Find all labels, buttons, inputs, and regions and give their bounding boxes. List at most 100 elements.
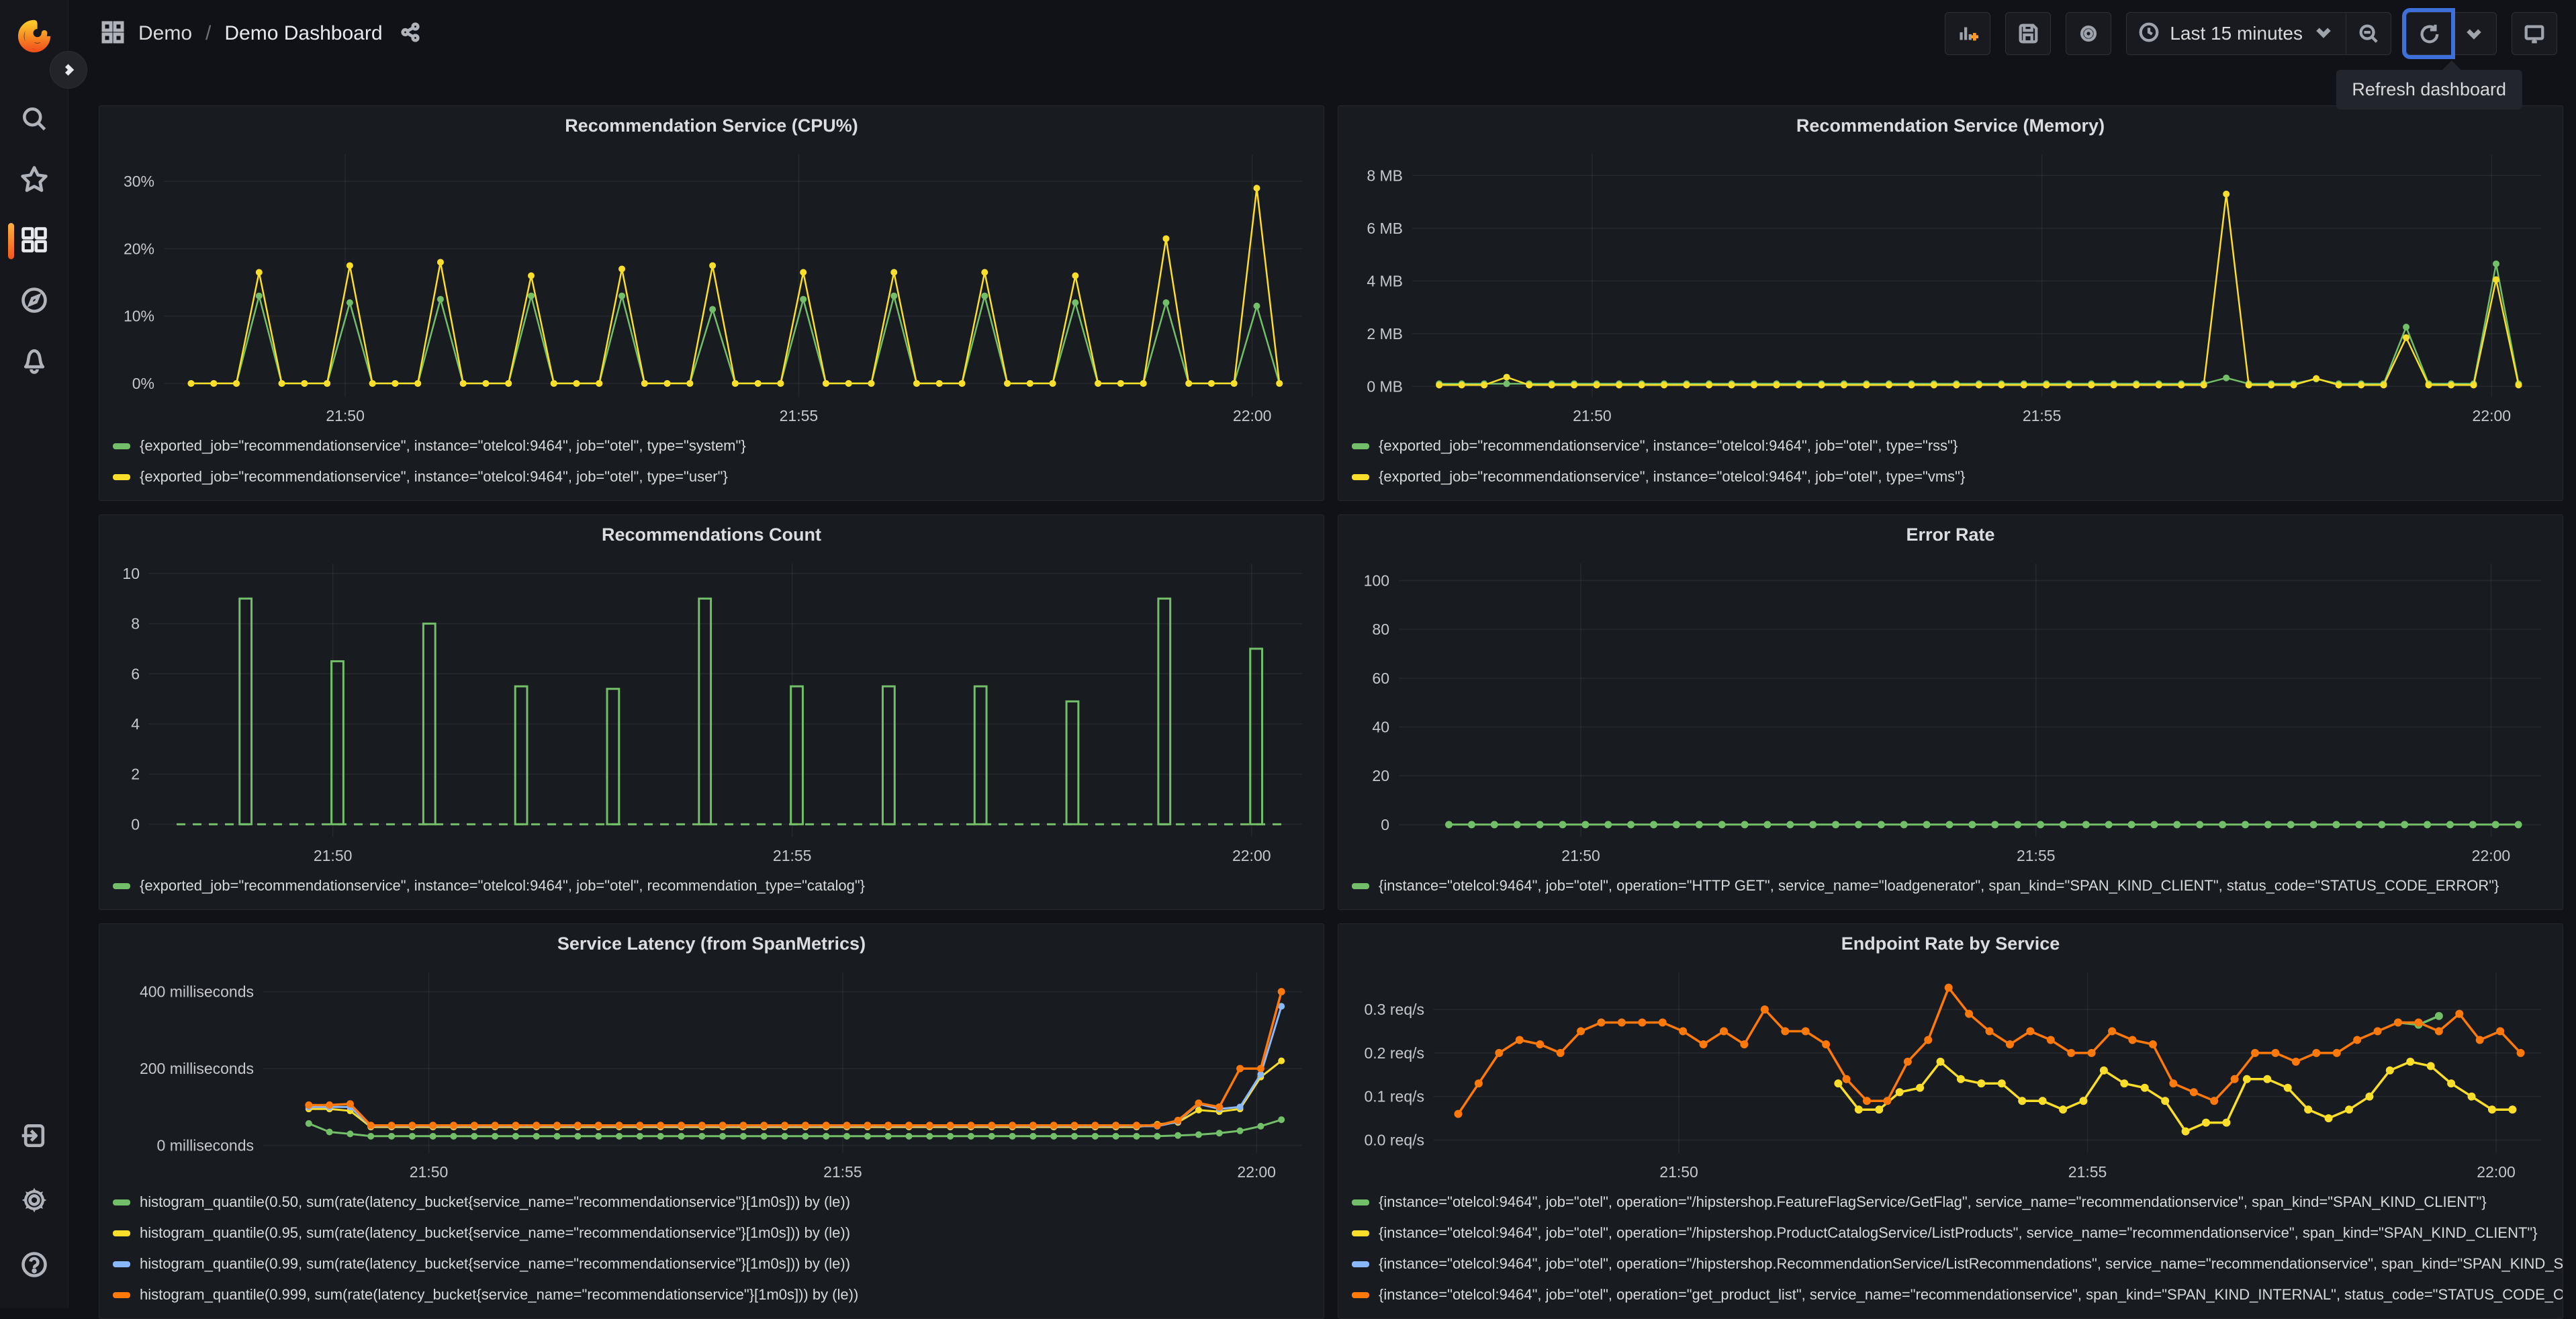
legend-label: {instance="otelcol:9464", job="otel", op… xyxy=(1379,1255,2563,1273)
legend-label: histogram_quantile(0.50, sum(rate(latenc… xyxy=(140,1193,850,1211)
legend-item[interactable]: {instance="otelcol:9464", job="otel", op… xyxy=(1352,870,2563,901)
panel-recommendation-memory: Recommendation Service (Memory) 0 MB2 MB… xyxy=(1338,105,2563,501)
panel-recommendation-cpu: Recommendation Service (CPU%) 0%10%20%30… xyxy=(99,105,1324,501)
legend-swatch xyxy=(113,443,130,449)
save-dashboard-button[interactable] xyxy=(2005,12,2051,55)
svg-text:200 milliseconds: 200 milliseconds xyxy=(140,1060,254,1077)
svg-text:21:55: 21:55 xyxy=(2017,847,2056,864)
svg-text:22:00: 22:00 xyxy=(2477,1163,2516,1181)
svg-text:21:50: 21:50 xyxy=(314,847,353,864)
svg-text:60: 60 xyxy=(1372,670,1389,687)
svg-text:22:00: 22:00 xyxy=(1233,407,1272,424)
legend-item[interactable]: {exported_job="recommendationservice", i… xyxy=(113,430,1324,461)
legend-label: {exported_job="recommendationservice", i… xyxy=(140,437,746,455)
legend-item[interactable]: {exported_job="recommendationservice", i… xyxy=(1352,430,2563,461)
legend-item[interactable]: {instance="otelcol:9464", job="otel", op… xyxy=(1352,1187,2563,1218)
sidebar-item-search[interactable] xyxy=(0,105,68,136)
error-rate-legend: {instance="otelcol:9464", job="otel", op… xyxy=(1338,869,2563,909)
sidebar-item-sign-in[interactable] xyxy=(0,1122,68,1152)
memory-legend: {exported_job="recommendationservice", i… xyxy=(1338,429,2563,500)
legend-item[interactable]: histogram_quantile(0.95, sum(rate(latenc… xyxy=(113,1218,1324,1248)
panel-endpoint-rate: Endpoint Rate by Service 0.0 req/s0.1 re… xyxy=(1338,923,2563,1319)
svg-text:0.3 req/s: 0.3 req/s xyxy=(1365,1001,1425,1018)
legend-item[interactable]: {instance="otelcol:9464", job="otel", op… xyxy=(1352,1279,2563,1310)
breadcrumb-section[interactable]: Demo xyxy=(138,22,192,45)
panel-header[interactable]: Service Latency (from SpanMetrics) xyxy=(99,924,1324,963)
panel-header[interactable]: Recommendation Service (Memory) xyxy=(1338,106,2563,145)
recommendations-count-legend: {exported_job="recommendationservice", i… xyxy=(99,869,1324,909)
sidebar-item-dashboards[interactable] xyxy=(0,226,68,257)
svg-text:0 MB: 0 MB xyxy=(1367,377,1403,395)
time-range-label: Last 15 minutes xyxy=(2170,23,2303,44)
legend-label: {exported_job="recommendationservice", i… xyxy=(140,468,728,486)
legend-label: {instance="otelcol:9464", job="otel", op… xyxy=(1379,1193,2487,1211)
sidebar-item-help[interactable] xyxy=(0,1250,68,1281)
gear-icon xyxy=(19,1185,49,1218)
legend-swatch xyxy=(113,883,130,889)
refresh-dashboard-button[interactable] xyxy=(2406,12,2451,55)
legend-item[interactable]: {exported_job="recommendationservice", i… xyxy=(1352,461,2563,492)
error-rate-chart[interactable]: 02040608010021:5021:5522:00 xyxy=(1348,554,2553,869)
panel-header[interactable]: Error Rate xyxy=(1338,515,2563,554)
svg-text:6 MB: 6 MB xyxy=(1367,220,1403,237)
sidebar-item-starred[interactable] xyxy=(0,165,68,196)
svg-text:0%: 0% xyxy=(132,375,154,392)
chevron-down-icon xyxy=(2312,21,2335,47)
time-range-picker[interactable]: Last 15 minutes xyxy=(2126,12,2346,55)
service-latency-legend: histogram_quantile(0.50, sum(rate(latenc… xyxy=(99,1185,1324,1318)
cpu-chart[interactable]: 0%10%20%30%21:5021:5522:00 xyxy=(109,145,1314,429)
svg-text:21:50: 21:50 xyxy=(326,407,365,424)
panel-header[interactable]: Endpoint Rate by Service xyxy=(1338,924,2563,963)
dashboard-settings-button[interactable] xyxy=(2066,12,2111,55)
panel-header[interactable]: Recommendations Count xyxy=(99,515,1324,554)
panel-title: Service Latency (from SpanMetrics) xyxy=(557,934,866,954)
panel-header[interactable]: Recommendation Service (CPU%) xyxy=(99,106,1324,145)
legend-item[interactable]: histogram_quantile(0.99, sum(rate(latenc… xyxy=(113,1248,1324,1279)
zoom-out-time-button[interactable] xyxy=(2346,12,2391,55)
breadcrumb: Demo / Demo Dashboard xyxy=(101,20,420,48)
svg-text:10%: 10% xyxy=(124,308,154,325)
legend-label: histogram_quantile(0.999, sum(rate(laten… xyxy=(140,1286,858,1304)
sidebar-item-alerting[interactable] xyxy=(0,347,68,377)
legend-label: histogram_quantile(0.99, sum(rate(latenc… xyxy=(140,1255,850,1273)
legend-label: {instance="otelcol:9464", job="otel", op… xyxy=(1379,877,2499,895)
sidebar-expand-button[interactable] xyxy=(50,51,87,89)
svg-text:4: 4 xyxy=(131,715,140,733)
recommendations-count-chart[interactable]: 024681021:5021:5522:00 xyxy=(109,554,1314,869)
svg-text:22:00: 22:00 xyxy=(1232,847,1271,864)
legend-swatch xyxy=(113,474,130,480)
share-dashboard-icon[interactable] xyxy=(396,22,420,46)
endpoint-rate-chart[interactable]: 0.0 req/s0.1 req/s0.2 req/s0.3 req/s21:5… xyxy=(1348,963,2553,1185)
breadcrumb-separator: / xyxy=(205,22,211,45)
legend-item[interactable]: {instance="otelcol:9464", job="otel", op… xyxy=(1352,1248,2563,1279)
svg-text:40: 40 xyxy=(1372,718,1389,735)
sidebar-item-explore[interactable] xyxy=(0,286,68,317)
refresh-interval-dropdown[interactable] xyxy=(2451,12,2497,55)
panel-recommendations-count: Recommendations Count 024681021:5021:552… xyxy=(99,514,1324,910)
sign-in-icon xyxy=(19,1121,49,1154)
svg-text:0.1 req/s: 0.1 req/s xyxy=(1365,1088,1425,1105)
legend-item[interactable]: {exported_job="recommendationservice", i… xyxy=(113,870,1324,901)
legend-swatch xyxy=(1352,474,1369,480)
grafana-logo[interactable] xyxy=(15,17,54,56)
legend-swatch xyxy=(1352,443,1369,449)
tv-mode-button[interactable] xyxy=(2512,12,2557,55)
panel-title: Endpoint Rate by Service xyxy=(1841,934,2060,954)
legend-item[interactable]: {instance="otelcol:9464", job="otel", op… xyxy=(1352,1218,2563,1248)
sidebar-item-configuration[interactable] xyxy=(0,1186,68,1217)
service-latency-chart[interactable]: 0 milliseconds200 milliseconds400 millis… xyxy=(109,963,1314,1185)
cpu-legend: {exported_job="recommendationservice", i… xyxy=(99,429,1324,500)
legend-item[interactable]: histogram_quantile(0.999, sum(rate(laten… xyxy=(113,1279,1324,1310)
memory-chart[interactable]: 0 MB2 MB4 MB6 MB8 MB21:5021:5522:00 xyxy=(1348,145,2553,429)
add-panel-button[interactable] xyxy=(1945,12,1990,55)
legend-item[interactable]: histogram_quantile(0.50, sum(rate(latenc… xyxy=(113,1187,1324,1218)
refresh-controls: Refresh dashboard xyxy=(2406,12,2497,55)
svg-text:21:55: 21:55 xyxy=(773,847,812,864)
sidebar xyxy=(0,0,68,1308)
legend-swatch xyxy=(113,1230,130,1236)
legend-item[interactable]: {exported_job="recommendationservice", i… xyxy=(113,461,1324,492)
legend-swatch xyxy=(113,1199,130,1206)
dashboard-canvas: Recommendation Service (CPU%) 0%10%20%30… xyxy=(68,67,2576,1319)
svg-text:8 MB: 8 MB xyxy=(1367,167,1403,184)
svg-text:0: 0 xyxy=(131,815,140,833)
